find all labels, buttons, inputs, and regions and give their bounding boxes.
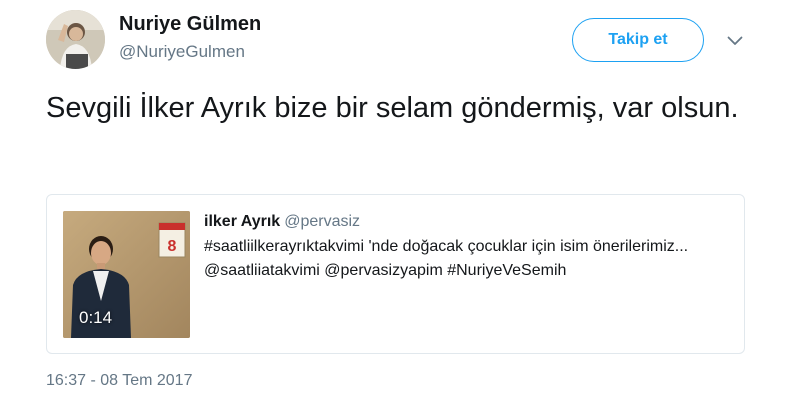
quoted-author-name: ilker Ayrık <box>204 213 281 230</box>
video-duration: 0:14 <box>79 308 113 327</box>
follow-button[interactable]: Takip et <box>572 18 704 62</box>
author-handle[interactable]: @NuriyeGulmen <box>119 42 245 62</box>
author-avatar[interactable] <box>46 10 105 69</box>
tweet-timestamp[interactable]: 16:37 - 08 Tem 2017 <box>46 372 192 390</box>
quoted-tweet-card[interactable]: 8 0:14 ilker Ayrık @pervasiz #saatliilker… <box>46 194 745 354</box>
tweet-text: Sevgili İlker Ayrık bize bir selam gönde… <box>46 92 739 124</box>
video-thumbnail[interactable]: 8 0:14 <box>63 211 190 338</box>
author-name[interactable]: Nuriye Gülmen <box>119 13 261 36</box>
quoted-author: ilker Ayrık @pervasiz <box>204 213 360 231</box>
chevron-down-icon[interactable] <box>724 32 746 50</box>
quoted-author-handle: @pervasiz <box>284 213 361 230</box>
quoted-tweet-text: #saatliilkerayrıktakvimi 'nde doğacak ço… <box>204 238 689 279</box>
calendar-day: 8 <box>168 238 177 255</box>
avatar-image <box>46 10 105 69</box>
